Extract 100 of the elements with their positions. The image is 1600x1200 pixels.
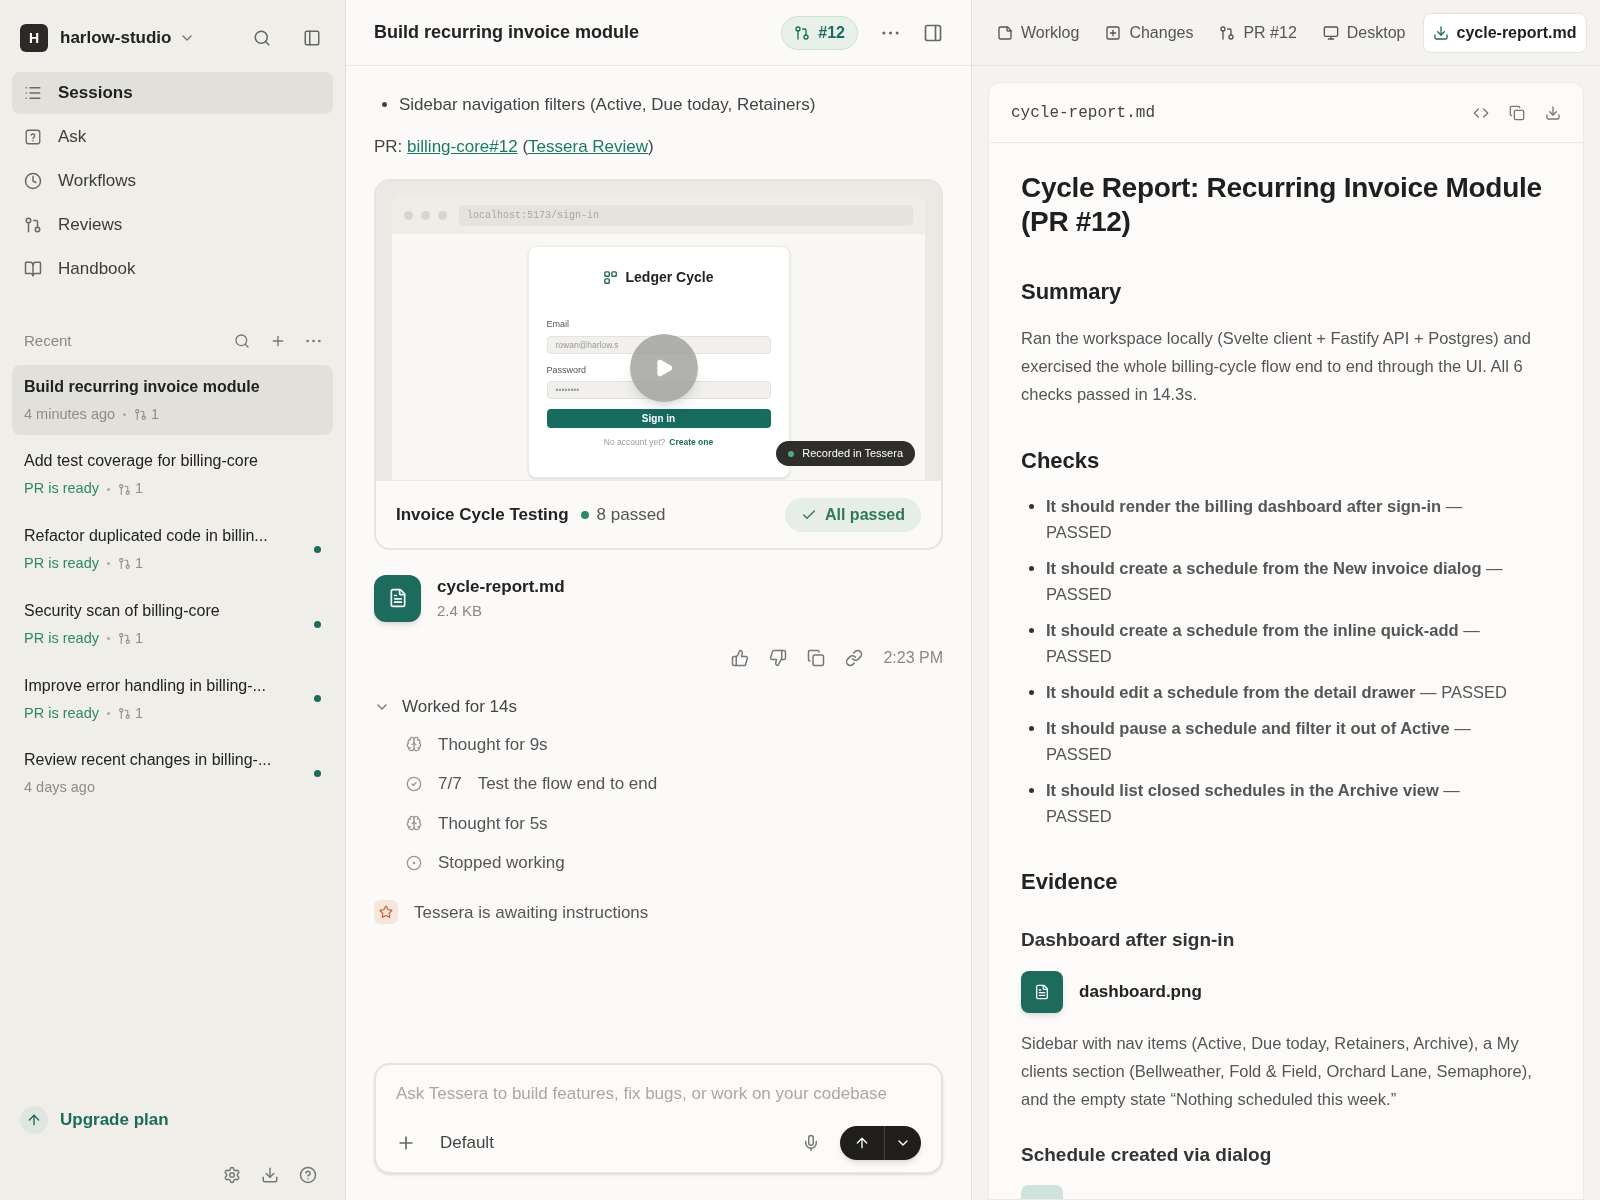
email-label: Email xyxy=(546,318,569,331)
message-input[interactable]: Ask Tessera to build features, fix bugs, or work on your codebase xyxy=(396,1080,921,1106)
panel-tab[interactable]: Desktop xyxy=(1313,12,1415,53)
session-item[interactable]: Add test coverage for billing-core PR is ready 1 xyxy=(12,439,333,510)
panel-icon xyxy=(303,29,321,47)
copy-icon xyxy=(807,649,826,667)
check-item: It should render the billing dashboard after sign-in — PASSED xyxy=(1046,496,1464,543)
worklog-toggle[interactable]: Worked for 14s xyxy=(374,694,943,720)
panel-icon xyxy=(923,22,943,43)
check-circle-icon xyxy=(406,775,422,792)
more-button[interactable] xyxy=(306,339,321,344)
session-meta: 4 days ago xyxy=(24,778,95,798)
test-title: Invoice Cycle Testing xyxy=(396,503,569,526)
section-heading: Summary xyxy=(1021,278,1123,306)
check-item: It should edit a schedule from the detail drawer — PASSED xyxy=(1046,682,1507,703)
section-title: Recent xyxy=(24,331,72,351)
nav-item[interactable]: Sessions xyxy=(12,72,333,114)
session-meta: PR is ready xyxy=(24,554,99,573)
file-name: cycle-report.md xyxy=(437,576,565,598)
pr-count: 1 xyxy=(134,479,144,499)
review-link[interactable]: Tessera Review xyxy=(528,136,649,156)
panel-tab[interactable]: PR #12 xyxy=(1210,12,1306,53)
step-label: Thought for 5s xyxy=(438,812,548,835)
nav-item[interactable]: Handbook xyxy=(12,248,333,290)
session-meta: PR is ready xyxy=(24,628,99,648)
brain-icon xyxy=(406,815,422,832)
upgrade-button[interactable]: Upgrade plan xyxy=(12,1106,333,1134)
thumbs-down-button[interactable] xyxy=(769,649,788,667)
more-button[interactable] xyxy=(882,30,899,35)
download-icon xyxy=(1432,24,1449,41)
arrow-up-icon xyxy=(854,1135,870,1151)
microphone-button[interactable] xyxy=(802,1134,820,1152)
file-name: dashboard.png xyxy=(1079,980,1202,1003)
link-icon xyxy=(845,649,864,667)
workspace-switcher[interactable]: harlow-studio xyxy=(60,25,196,51)
pr-count: 1 xyxy=(134,703,144,723)
app-brand: Ledger Cycle xyxy=(625,268,714,287)
session-title: Improve error handling in billing-... xyxy=(24,675,267,696)
pr-badge[interactable]: #12 xyxy=(781,15,858,50)
download-button[interactable] xyxy=(261,1166,279,1184)
session-item[interactable]: Improve error handling in billing-... PR is ready 1 xyxy=(12,663,333,735)
status-pill: All passed xyxy=(784,497,921,532)
session-item[interactable]: Refactor duplicated code in billin... PR is ready 1 xyxy=(12,514,333,585)
session-title: Refactor duplicated code in billin... xyxy=(24,526,269,546)
panel-toggle-button[interactable] xyxy=(923,22,943,43)
brain-icon xyxy=(406,736,422,753)
pull-request-icon xyxy=(134,407,148,421)
thumbs-up-button[interactable] xyxy=(731,649,750,667)
file-icon xyxy=(1021,970,1063,1013)
panel-tab[interactable]: Changes xyxy=(1096,12,1203,53)
paragraph: Ran the workspace locally (Svelte client + Fastify API + Postgres) and exercised the whole billing-cycle flow end to end through the UI. All 6 checks passed in 14.3s. xyxy=(1021,328,1532,405)
copy-button[interactable] xyxy=(807,649,826,667)
ellipsis-icon xyxy=(306,339,321,344)
address-bar: localhost:5173/sign-in xyxy=(459,205,913,226)
download-button[interactable] xyxy=(1545,104,1561,121)
copy-button[interactable] xyxy=(1509,104,1525,121)
logo-icon xyxy=(603,270,618,285)
pull-request-icon xyxy=(117,482,131,496)
download-icon xyxy=(1545,104,1561,121)
session-item[interactable]: Review recent changes in billing-... 4 days ago xyxy=(12,738,333,809)
thumbs-up-icon xyxy=(731,649,750,667)
session-item[interactable]: Security scan of billing-core PR is ready 1 xyxy=(12,588,333,660)
check-item: It should list closed schedules in the Archive view — PASSED xyxy=(1046,780,1461,827)
book-icon xyxy=(24,260,42,278)
microphone-icon xyxy=(802,1134,820,1152)
search-icon xyxy=(253,29,271,47)
check-item: It should create a schedule from the inline quick-add — PASSED xyxy=(1046,620,1481,667)
session-meta: 4 minutes ago xyxy=(24,404,116,424)
password-label: Password xyxy=(546,363,586,377)
session-item[interactable]: Build recurring invoice module 4 minutes ago 1 xyxy=(12,364,333,436)
settings-button[interactable] xyxy=(223,1166,241,1184)
panel-tab[interactable]: Worklog xyxy=(988,12,1089,53)
help-icon xyxy=(299,1166,317,1184)
session-title: Build recurring invoice module xyxy=(24,376,261,397)
pr-count: 1 xyxy=(151,404,160,424)
session-meta: PR is ready xyxy=(24,703,99,723)
session-title: Add test coverage for billing-core xyxy=(24,451,259,472)
note-icon xyxy=(997,24,1013,41)
nav-item[interactable]: Ask xyxy=(12,116,333,158)
workspace-avatar: H xyxy=(20,24,48,52)
pr-link[interactable]: billing-core#12 xyxy=(407,136,518,156)
plus-square-icon xyxy=(1105,24,1122,41)
bullet-text: Sidebar navigation filters (Active, Due today, Retainers) xyxy=(399,94,816,116)
mode-selector[interactable]: Default xyxy=(440,1130,494,1156)
nav-item[interactable]: Reviews xyxy=(12,204,333,246)
help-button[interactable] xyxy=(299,1166,317,1184)
badge-label: Recorded in Tessera xyxy=(802,446,903,462)
file-icon xyxy=(1021,1185,1063,1199)
ellipsis-icon xyxy=(882,30,899,35)
gear-icon xyxy=(223,1166,241,1184)
message-time: 2:23 PM xyxy=(883,648,943,668)
panel-tab[interactable]: cycle-report.md xyxy=(1422,12,1587,53)
play-icon xyxy=(654,358,674,378)
chat-title: Build recurring invoice module xyxy=(374,21,640,44)
document-title: Cycle Report: Recurring Invoice Module (PR #12) xyxy=(1021,171,1543,239)
pull-request-icon xyxy=(794,24,811,41)
nav-item[interactable]: Workflows xyxy=(12,160,333,202)
link-button[interactable] xyxy=(845,649,864,667)
file-size: 2.4 KB xyxy=(437,600,484,621)
search-button[interactable] xyxy=(234,333,250,350)
